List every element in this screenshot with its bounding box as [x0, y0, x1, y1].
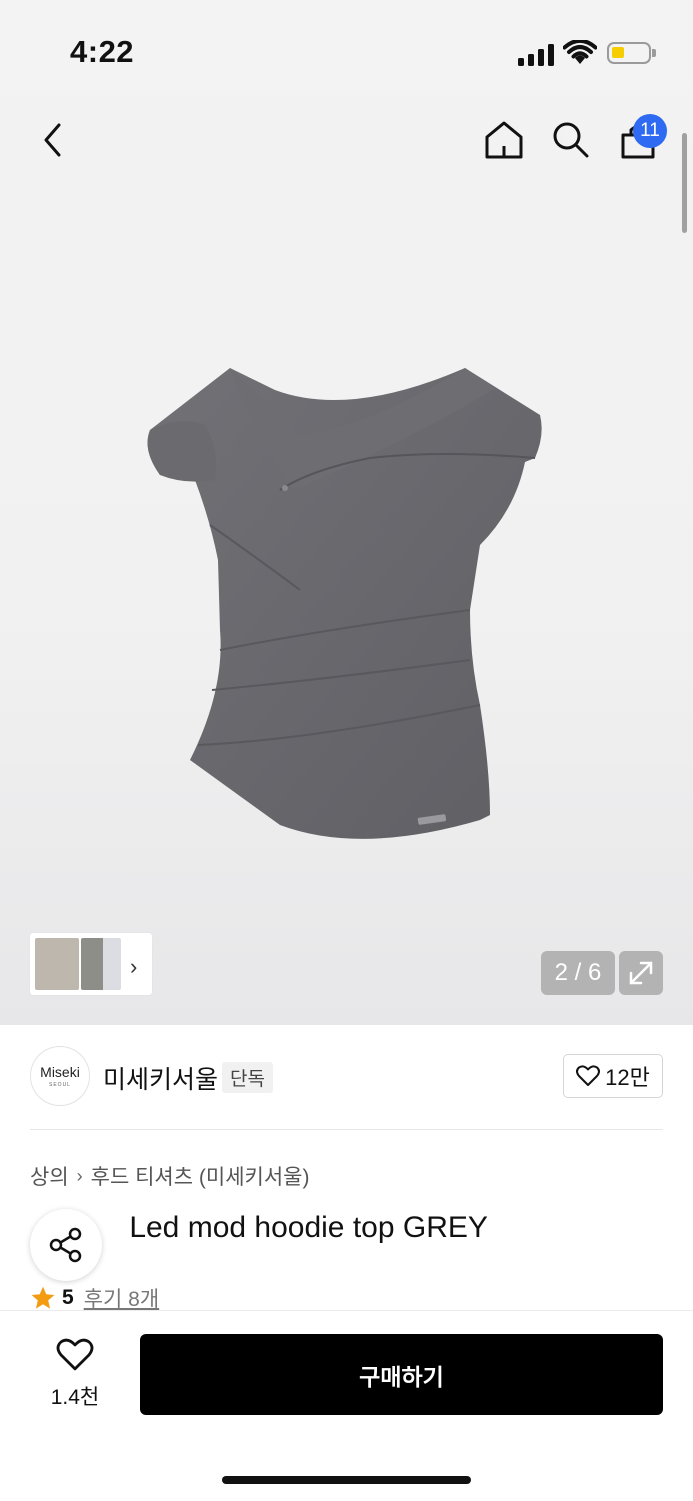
brand-logo-text: Miseki: [40, 1064, 80, 1080]
thumbnail-image[interactable]: [35, 938, 79, 990]
brand-logo-subtext: SEOUL: [49, 1082, 71, 1088]
breadcrumb: 상의 › 후드 티셔츠 (미세키서울): [30, 1161, 310, 1191]
rating-score: 5: [62, 1286, 74, 1309]
rating-row: 5 후기 8개: [30, 1283, 159, 1313]
heart-icon: [576, 1065, 601, 1086]
battery-icon: [607, 42, 656, 64]
divider: [30, 1129, 663, 1130]
home-icon[interactable]: [484, 120, 524, 160]
star-icon: [31, 1286, 55, 1309]
brand-logo[interactable]: Miseki SEOUL: [30, 1046, 90, 1106]
thumbnail-strip[interactable]: ›: [30, 933, 152, 995]
review-link[interactable]: 후기 8개: [84, 1283, 159, 1313]
home-indicator: [222, 1476, 471, 1484]
brand-like-count: 12만: [605, 1065, 650, 1090]
breadcrumb-subcategory[interactable]: 후드 티셔츠 (미세키서울): [91, 1161, 310, 1191]
cart-count-badge: 11: [633, 114, 667, 148]
breadcrumb-category[interactable]: 상의: [30, 1161, 69, 1191]
search-icon[interactable]: [551, 120, 591, 160]
product-image: [147, 368, 542, 839]
signal-icon: [518, 44, 554, 66]
wishlist-button[interactable]: 1.4천: [40, 1338, 110, 1411]
status-time: 4:22: [70, 34, 135, 69]
back-icon[interactable]: [40, 122, 66, 158]
wishlist-count: 1.4천: [50, 1386, 100, 1409]
share-icon: [49, 1227, 82, 1263]
expand-button[interactable]: [619, 951, 663, 995]
exclusive-badge: 단독: [222, 1062, 273, 1093]
expand-icon: [629, 961, 653, 985]
image-counter: 2 / 6: [541, 951, 615, 995]
share-button[interactable]: [30, 1209, 102, 1281]
buy-button[interactable]: 구매하기: [140, 1334, 663, 1415]
scrollbar: [682, 133, 687, 233]
brand-name[interactable]: 미세키서울: [103, 1060, 218, 1096]
wifi-icon: [563, 40, 597, 64]
brand-like-button[interactable]: 12만: [563, 1054, 663, 1098]
thumbnail-image[interactable]: [81, 938, 121, 990]
chevron-right-icon: ›: [76, 1165, 83, 1186]
chevron-right-icon[interactable]: ›: [130, 954, 137, 980]
heart-icon: [56, 1338, 94, 1371]
